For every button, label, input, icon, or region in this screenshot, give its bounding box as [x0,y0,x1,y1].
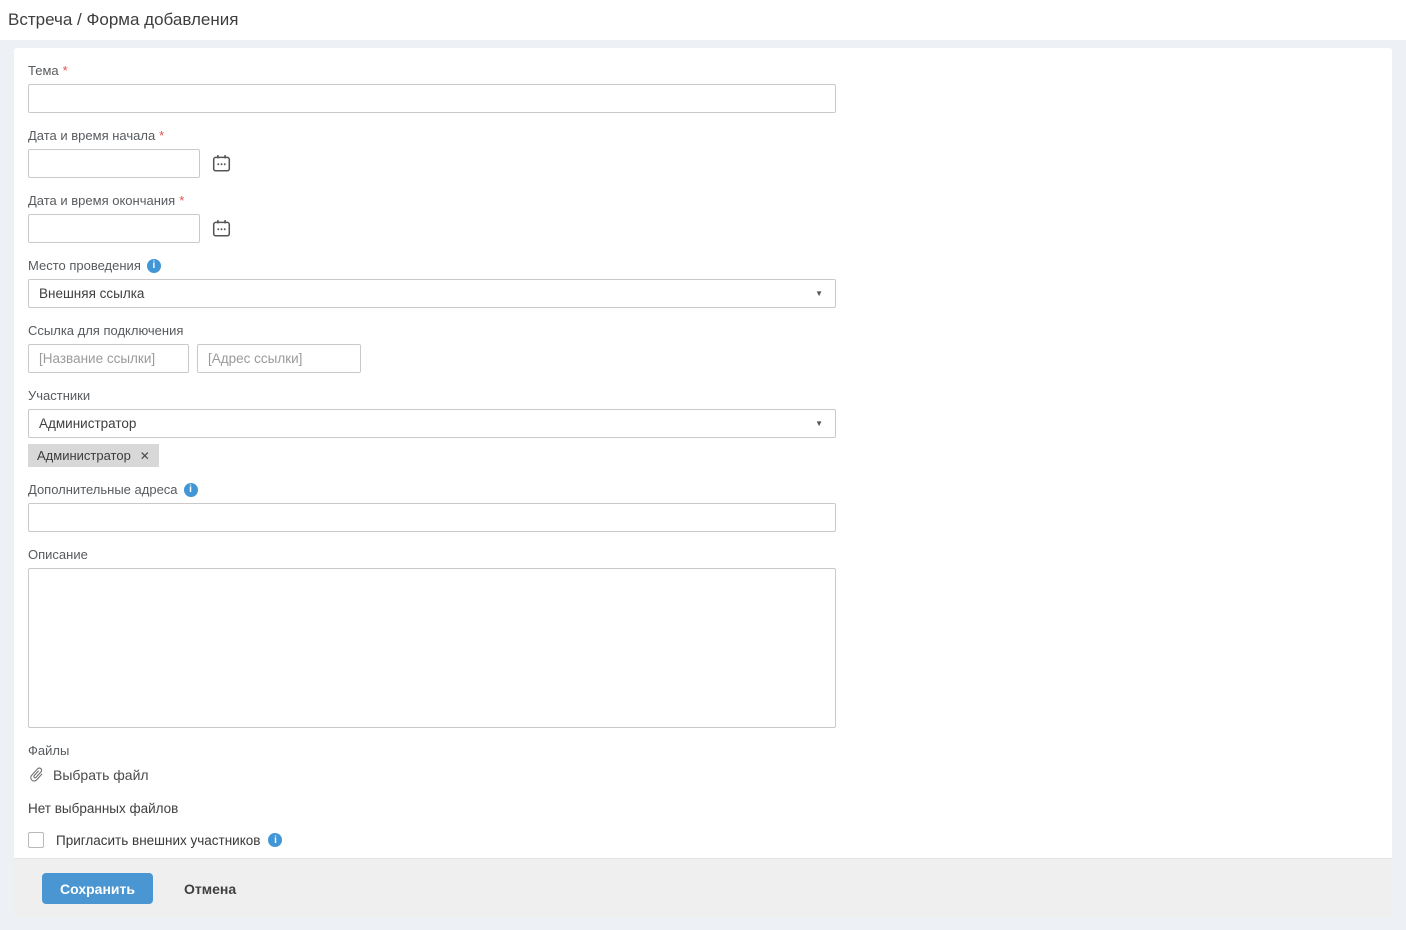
location-label-text: Место проведения [28,259,141,273]
chevron-down-icon: ▼ [815,290,823,298]
participant-chip: Администратор ✕ [28,444,159,467]
calendar-icon [212,219,231,238]
connection-link-row [28,344,1378,373]
field-additional-addresses: Дополнительные адреса i [28,483,1378,532]
required-asterisk: * [63,64,68,78]
field-description: Описание [28,548,1378,728]
participants-select[interactable]: Администратор ▼ [28,409,836,438]
participants-label-text: Участники [28,389,90,403]
info-icon[interactable]: i [268,833,282,847]
field-connection-link: Ссылка для подключения [28,324,1378,373]
description-textarea[interactable] [28,568,836,728]
link-url-input[interactable] [197,344,361,373]
no-files-text: Нет выбранных файлов [28,801,1378,816]
meeting-add-form-card: Тема * Дата и время начала * [14,48,1392,918]
start-datetime-row [28,149,1378,178]
close-icon[interactable]: ✕ [140,450,150,462]
info-icon[interactable]: i [147,259,161,273]
paperclip-icon [28,766,45,783]
form-body: Тема * Дата и время начала * [14,48,1392,858]
description-label-text: Описание [28,548,88,562]
topic-label: Тема * [28,64,1378,78]
description-label: Описание [28,548,1378,562]
end-datetime-calendar-button[interactable] [211,219,231,239]
page-header: Встреча / Форма добавления [0,0,1406,40]
end-datetime-row [28,214,1378,243]
field-end-datetime: Дата и время окончания * [28,194,1378,243]
end-datetime-label-text: Дата и время окончания [28,194,175,208]
field-files: Файлы Выбрать файл Нет выбранных файлов … [28,744,1378,848]
save-button[interactable]: Сохранить [42,873,153,904]
end-datetime-label: Дата и время окончания * [28,194,1378,208]
invite-external-checkbox[interactable] [28,832,44,848]
start-datetime-label: Дата и время начала * [28,129,1378,143]
location-label: Место проведения i [28,259,1378,273]
start-datetime-input[interactable] [28,149,200,178]
files-label-text: Файлы [28,744,69,758]
chevron-down-icon: ▼ [815,420,823,428]
link-name-input[interactable] [28,344,189,373]
participants-label: Участники [28,389,1378,403]
participants-selected-value: Администратор [39,416,136,431]
choose-file-label: Выбрать файл [53,767,149,783]
calendar-icon [212,154,231,173]
location-select[interactable]: Внешняя ссылка ▼ [28,279,836,308]
form-footer: Сохранить Отмена [14,858,1392,918]
topic-input[interactable] [28,84,836,113]
files-label: Файлы [28,744,1378,758]
connection-link-label: Ссылка для подключения [28,324,1378,338]
additional-addresses-input[interactable] [28,503,836,532]
required-asterisk: * [179,194,184,208]
topic-label-text: Тема [28,64,59,78]
field-location: Место проведения i Внешняя ссылка ▼ [28,259,1378,308]
info-icon[interactable]: i [184,483,198,497]
additional-addresses-label-text: Дополнительные адреса [28,483,178,497]
invite-external-row: Пригласить внешних участников i [28,832,1378,848]
connection-link-label-text: Ссылка для подключения [28,324,183,338]
cancel-button[interactable]: Отмена [184,881,236,897]
choose-file-button[interactable]: Выбрать файл [28,766,149,783]
start-datetime-label-text: Дата и время начала [28,129,155,143]
field-participants: Участники Администратор ▼ Администратор … [28,389,1378,467]
required-asterisk: * [159,129,164,143]
location-selected-value: Внешняя ссылка [39,286,144,301]
field-topic: Тема * [28,64,1378,113]
invite-external-label: Пригласить внешних участников [56,833,260,848]
end-datetime-input[interactable] [28,214,200,243]
participant-chip-label: Администратор [37,448,131,463]
start-datetime-calendar-button[interactable] [211,154,231,174]
field-start-datetime: Дата и время начала * [28,129,1378,178]
additional-addresses-label: Дополнительные адреса i [28,483,1378,497]
page-title: Встреча / Форма добавления [8,10,238,30]
